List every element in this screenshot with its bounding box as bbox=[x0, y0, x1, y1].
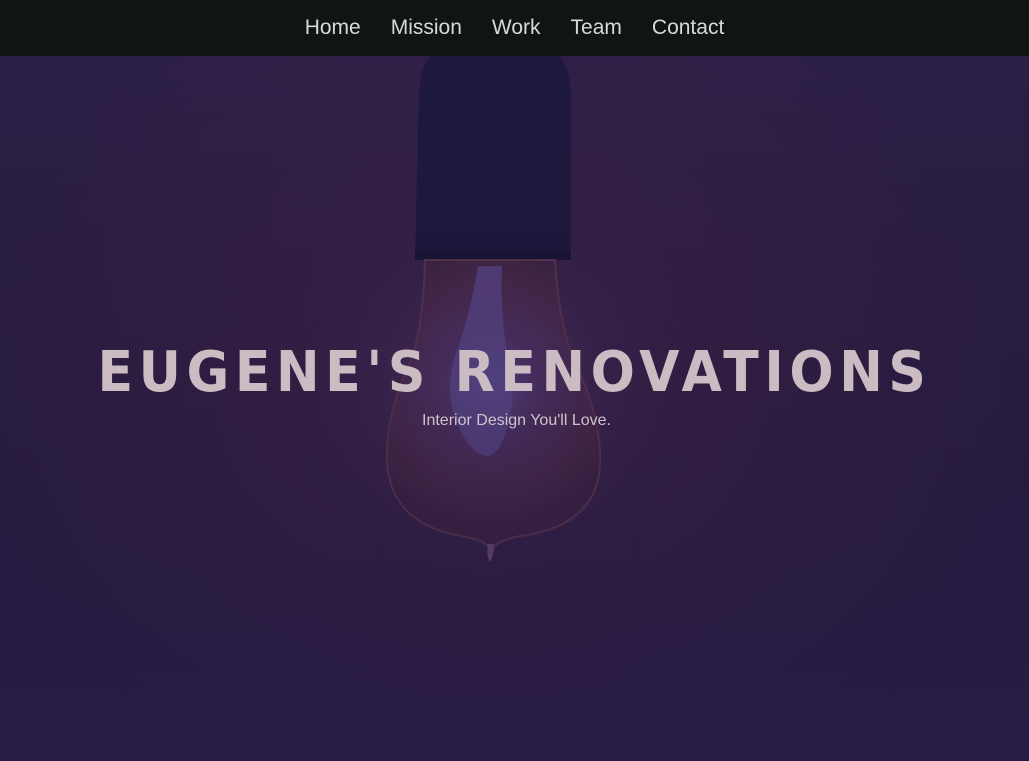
hero-section: EUGENE'S RENOVATIONS Interior Design You… bbox=[0, 56, 1029, 761]
top-navbar: Home Mission Work Team Contact bbox=[0, 0, 1029, 56]
hero-text-block: EUGENE'S RENOVATIONS Interior Design You… bbox=[0, 340, 1029, 432]
hero-subtitle: Interior Design You'll Love. bbox=[422, 412, 611, 429]
nav-link-mission[interactable]: Mission bbox=[391, 0, 462, 56]
nav-links: Home Mission Work Team Contact bbox=[305, 0, 725, 56]
nav-link-home[interactable]: Home bbox=[305, 0, 361, 56]
hero-title: EUGENE'S RENOVATIONS bbox=[97, 340, 932, 405]
nav-link-contact[interactable]: Contact bbox=[652, 0, 724, 56]
nav-link-team[interactable]: Team bbox=[571, 0, 622, 56]
nav-link-work[interactable]: Work bbox=[492, 0, 541, 56]
